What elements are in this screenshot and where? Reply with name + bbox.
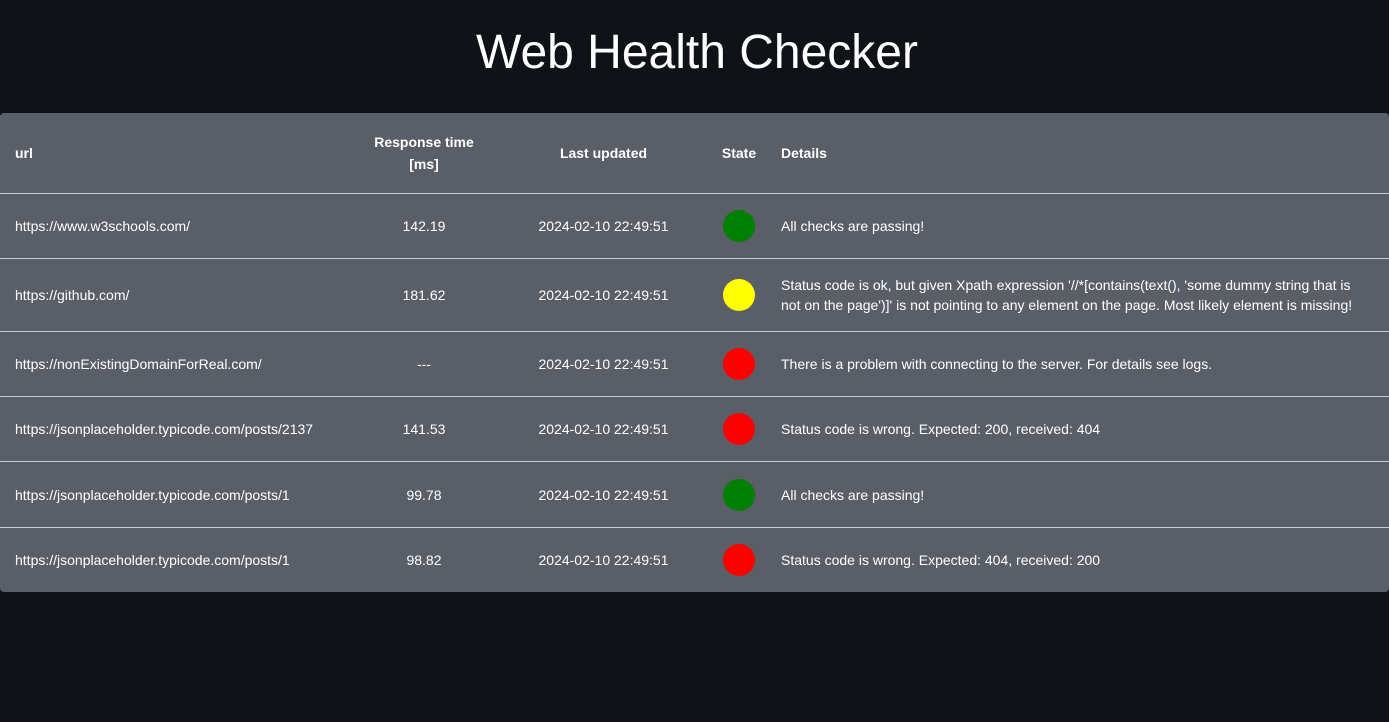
cell-details: Status code is ok, but given Xpath expre…	[770, 258, 1389, 332]
cell-url: https://jsonplaceholder.typicode.com/pos…	[0, 461, 349, 528]
cell-url: https://github.com/	[0, 258, 349, 332]
header-response-time-line2: [ms]	[409, 156, 439, 172]
cell-last-updated: 2024-02-10 22:49:51	[499, 461, 708, 528]
cell-url: https://www.w3schools.com/	[0, 193, 349, 259]
cell-last-updated: 2024-02-10 22:49:51	[538, 551, 669, 568]
cell-response-time: ---	[349, 331, 499, 397]
state-indicator	[723, 413, 755, 445]
cell-url: https://jsonplaceholder.typicode.com/pos…	[0, 396, 349, 462]
state-indicator	[723, 279, 755, 311]
cell-url: https://jsonplaceholder.typicode.com/pos…	[15, 551, 290, 568]
header-url: url	[0, 113, 349, 194]
cell-state	[708, 528, 770, 592]
table-header-row: url Response time [ms] Last updated State…	[0, 113, 1389, 194]
table-row: https://www.w3schools.com/ 142.19 2024-0…	[0, 193, 1389, 259]
state-indicator	[723, 543, 755, 576]
table-row: https://jsonplaceholder.typicode.com/pos…	[0, 528, 1389, 592]
health-table-container: url Response time [ms] Last updated State…	[0, 113, 1389, 592]
table-row: https://jsonplaceholder.typicode.com/pos…	[0, 461, 1389, 528]
header-state: State	[708, 113, 770, 194]
table-row: https://github.com/ 181.62 2024-02-10 22…	[0, 258, 1389, 332]
health-table: url Response time [ms] Last updated State…	[0, 113, 1389, 592]
cell-details: Status code is wrong. Expected: 200, rec…	[770, 396, 1389, 462]
header-response-time: Response time [ms]	[349, 113, 499, 194]
cell-last-updated: 2024-02-10 22:49:51	[499, 258, 708, 332]
cell-state	[708, 396, 770, 462]
cell-response-time: 181.62	[349, 258, 499, 332]
table-row: https://jsonplaceholder.typicode.com/pos…	[0, 396, 1389, 462]
state-indicator	[723, 348, 755, 380]
cell-details: There is a problem with connecting to th…	[770, 331, 1389, 397]
cell-state	[708, 331, 770, 397]
cell-details: Status code is wrong. Expected: 404, rec…	[781, 551, 1101, 568]
table-row: https://nonExistingDomainForReal.com/ --…	[0, 331, 1389, 397]
cell-response-time: 141.53	[349, 396, 499, 462]
header-details: Details	[770, 113, 1389, 194]
cell-response-time: 99.78	[349, 461, 499, 528]
cell-details: All checks are passing!	[770, 461, 1389, 528]
cell-details: All checks are passing!	[770, 193, 1389, 259]
cell-url: https://nonExistingDomainForReal.com/	[0, 331, 349, 397]
cell-last-updated: 2024-02-10 22:49:51	[499, 193, 708, 259]
page-title: Web Health Checker	[476, 26, 918, 79]
header-response-time-line1: Response time	[374, 134, 474, 150]
cell-last-updated: 2024-02-10 22:49:51	[499, 396, 708, 462]
cell-last-updated: 2024-02-10 22:49:51	[499, 331, 708, 397]
cell-response-time: 98.82	[406, 551, 442, 568]
state-indicator	[723, 478, 755, 511]
cell-state	[708, 258, 770, 332]
cell-state	[708, 461, 770, 528]
cell-state	[708, 193, 770, 259]
state-indicator	[723, 210, 755, 242]
cell-response-time: 142.19	[349, 193, 499, 259]
header-last-updated: Last updated	[499, 113, 708, 194]
